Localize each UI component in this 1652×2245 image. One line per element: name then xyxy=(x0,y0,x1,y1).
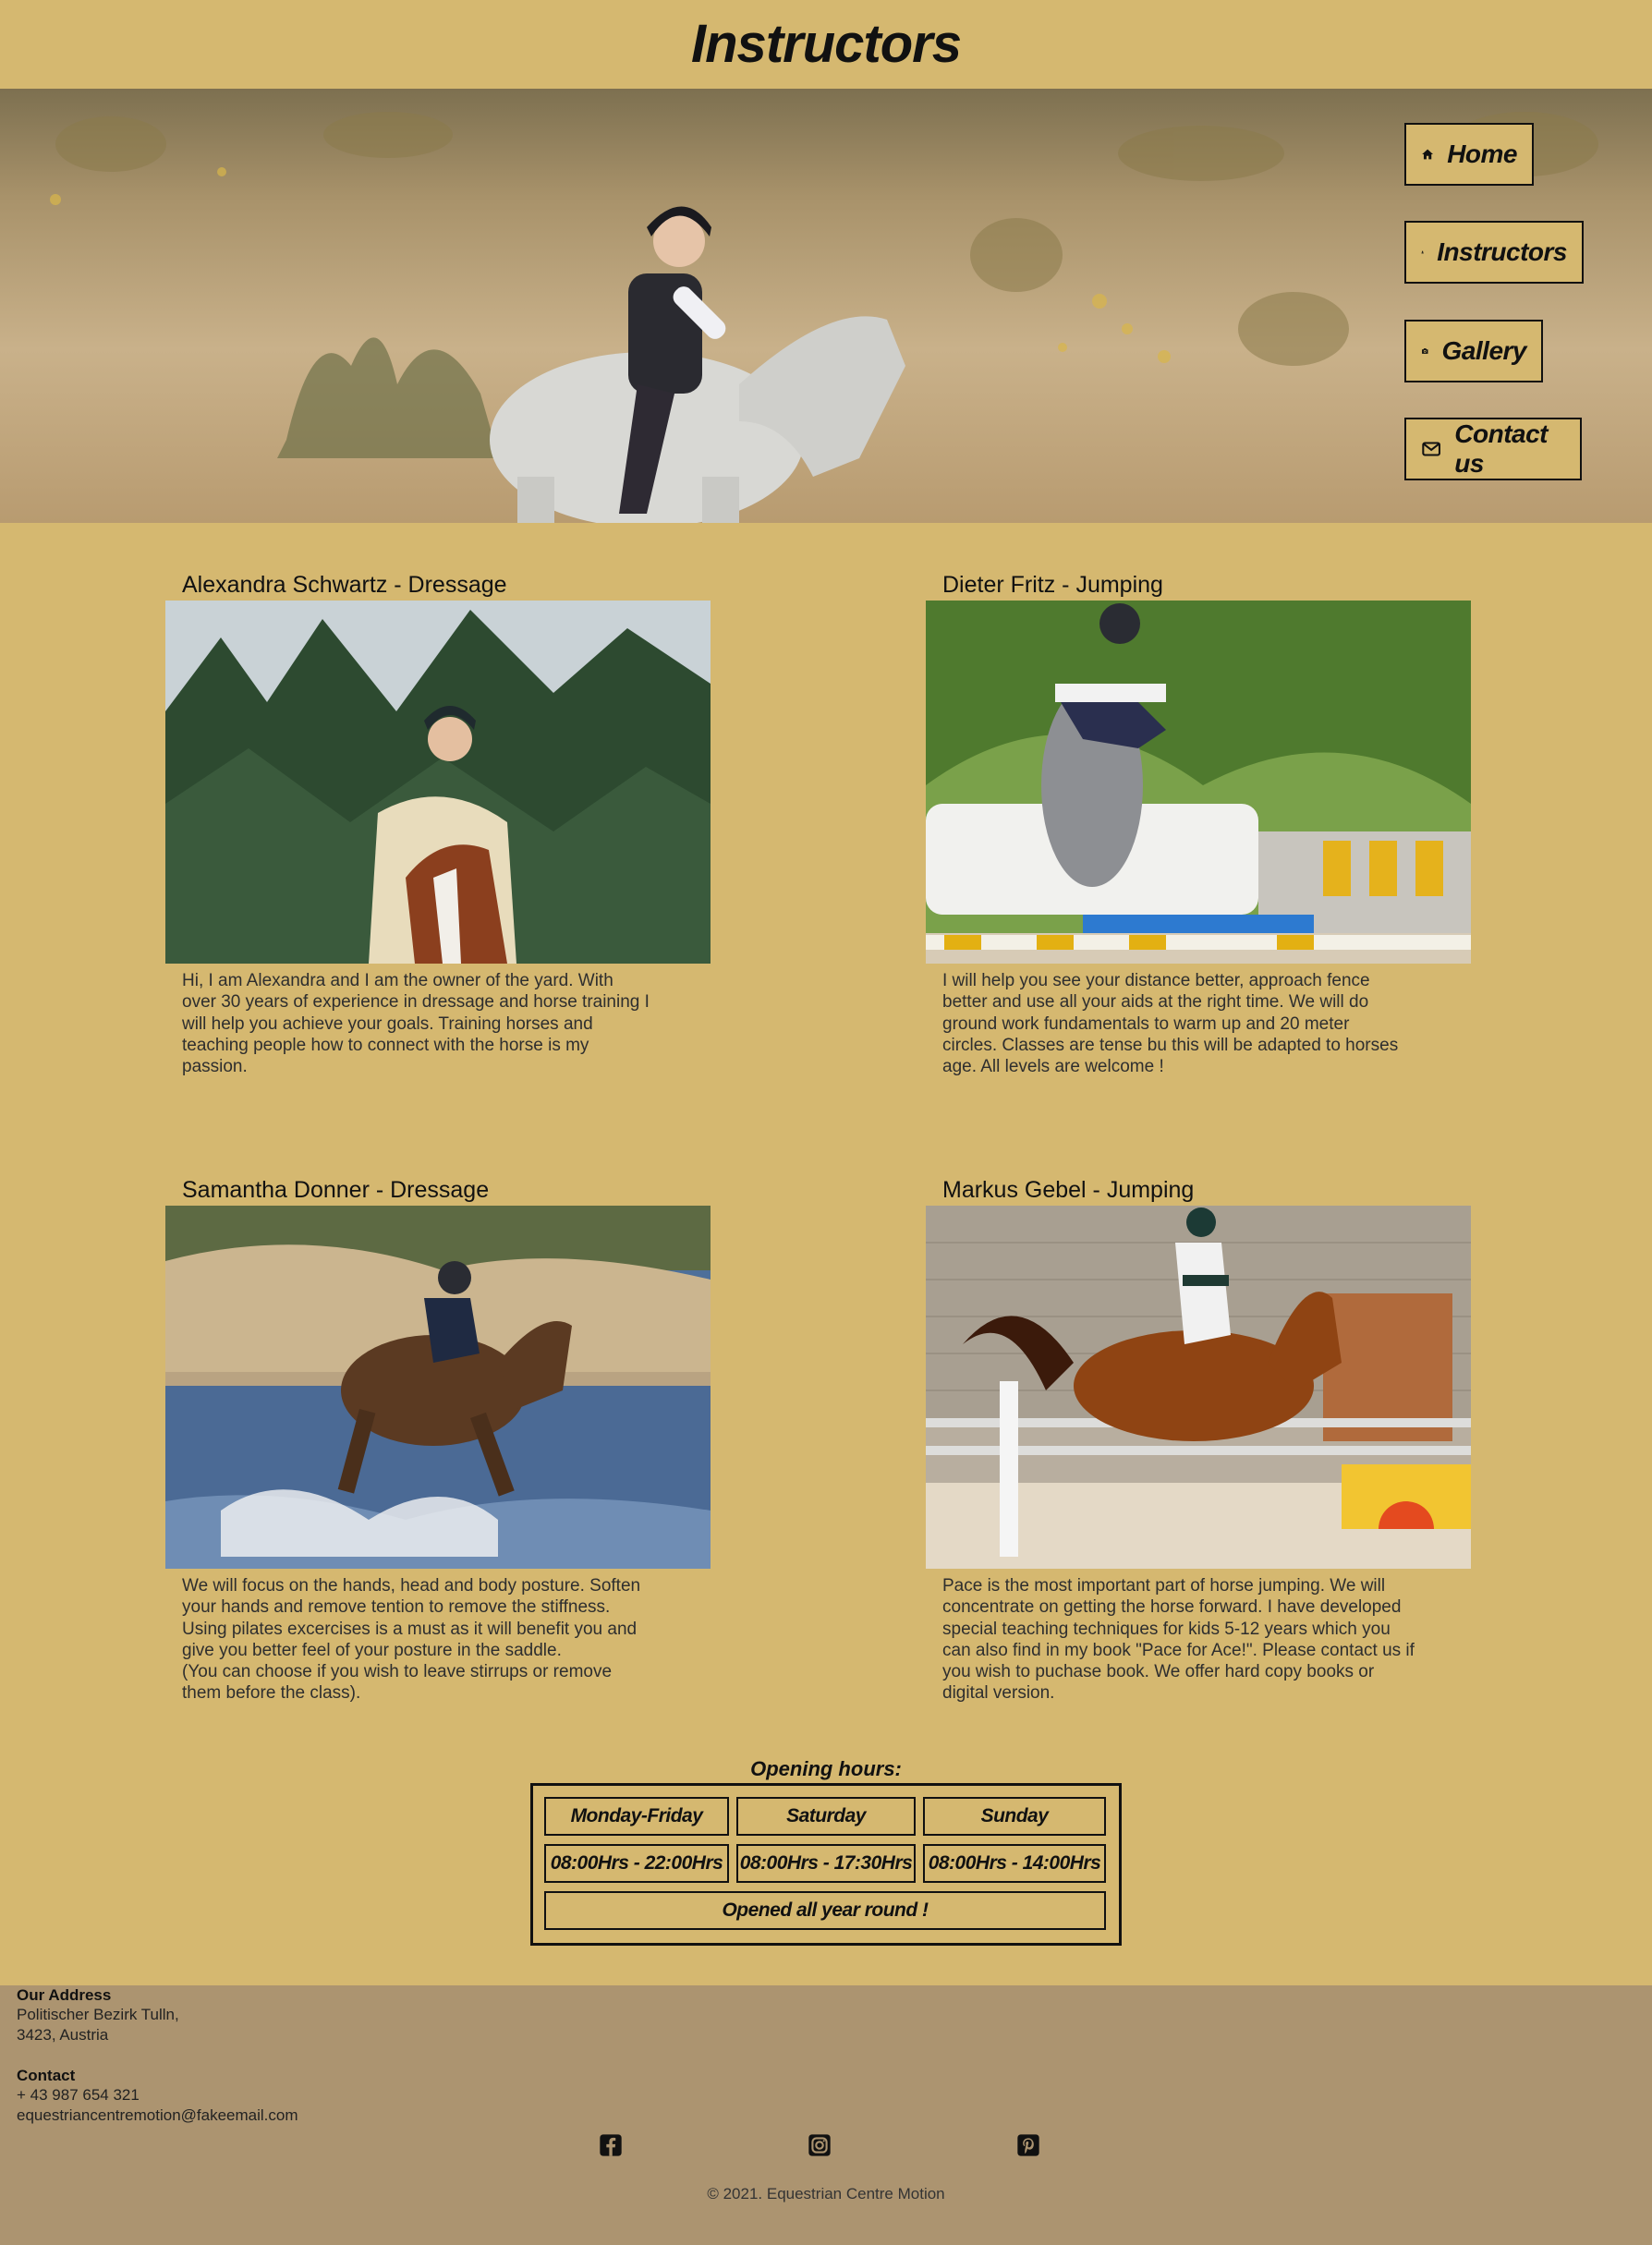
nav-contact-label: Contact us xyxy=(1454,419,1549,478)
opening-hours-title: Opening hours: xyxy=(750,1757,902,1780)
instagram-icon[interactable] xyxy=(807,2132,832,2158)
opening-hours-day: Monday-Friday xyxy=(544,1797,729,1836)
opening-hours-note: Opened all year round ! xyxy=(544,1891,1106,1930)
camera-icon xyxy=(1422,348,1428,354)
opening-hours-time: 08:00Hrs - 14:00Hrs xyxy=(923,1844,1106,1883)
nav-gallery-label: Gallery xyxy=(1441,336,1527,365)
contact-phone: + 43 987 654 321 xyxy=(17,2086,140,2104)
envelope-icon xyxy=(1422,442,1440,456)
nav-home-button[interactable]: Home xyxy=(1404,123,1534,186)
instructor-description: Pace is the most important part of horse… xyxy=(942,1576,1415,1704)
opening-hours-table: Monday-Friday Saturday Sunday 08:00Hrs -… xyxy=(530,1783,1122,1946)
opening-hours-day: Saturday xyxy=(736,1797,916,1836)
instructor-photo xyxy=(926,1206,1471,1569)
opening-hours-day: Sunday xyxy=(923,1797,1106,1836)
instructor-description: I will help you see your distance better… xyxy=(942,971,1399,1077)
copyright: © 2021. Equestrian Centre Motion xyxy=(707,2185,945,2203)
instructor-title: Markus Gebel - Jumping xyxy=(942,1177,1195,1203)
facebook-icon[interactable] xyxy=(598,2132,624,2158)
instructor-title: Alexandra Schwartz - Dressage xyxy=(182,572,507,598)
nav-instructors-button[interactable]: Instructors xyxy=(1404,221,1584,284)
instructor-photo xyxy=(165,1206,711,1569)
user-icon xyxy=(1421,250,1424,254)
opening-hours-time: 08:00Hrs - 22:00Hrs xyxy=(544,1844,729,1883)
address-line: 3423, Austria xyxy=(17,2026,109,2044)
address-line: Politischer Bezirk Tulln, xyxy=(17,2006,179,2023)
contact-email[interactable]: equestriancentremotion@fakeemail.com xyxy=(17,2106,298,2125)
opening-hours-time: 08:00Hrs - 17:30Hrs xyxy=(736,1844,916,1883)
home-icon xyxy=(1422,149,1434,160)
instructor-photo xyxy=(926,601,1471,964)
address-heading: Our Address xyxy=(17,1986,112,2004)
pinterest-icon[interactable] xyxy=(1015,2132,1041,2158)
nav-gallery-button[interactable]: Gallery xyxy=(1404,320,1543,382)
instructor-description: We will focus on the hands, head and bod… xyxy=(182,1576,641,1704)
nav-instructors-label: Instructors xyxy=(1437,237,1567,266)
nav-home-label: Home xyxy=(1447,140,1517,168)
instructor-description: Hi, I am Alexandra and I am the owner of… xyxy=(182,971,650,1077)
page-header: Instructors xyxy=(0,0,1652,89)
instructor-title: Dieter Fritz - Jumping xyxy=(942,572,1163,598)
instructor-photo xyxy=(165,601,711,964)
instructor-title: Samantha Donner - Dressage xyxy=(182,1177,490,1203)
contact-heading: Contact xyxy=(17,2067,76,2084)
nav-contact-button[interactable]: Contact us xyxy=(1404,418,1582,480)
page-title: Instructors xyxy=(691,14,962,74)
